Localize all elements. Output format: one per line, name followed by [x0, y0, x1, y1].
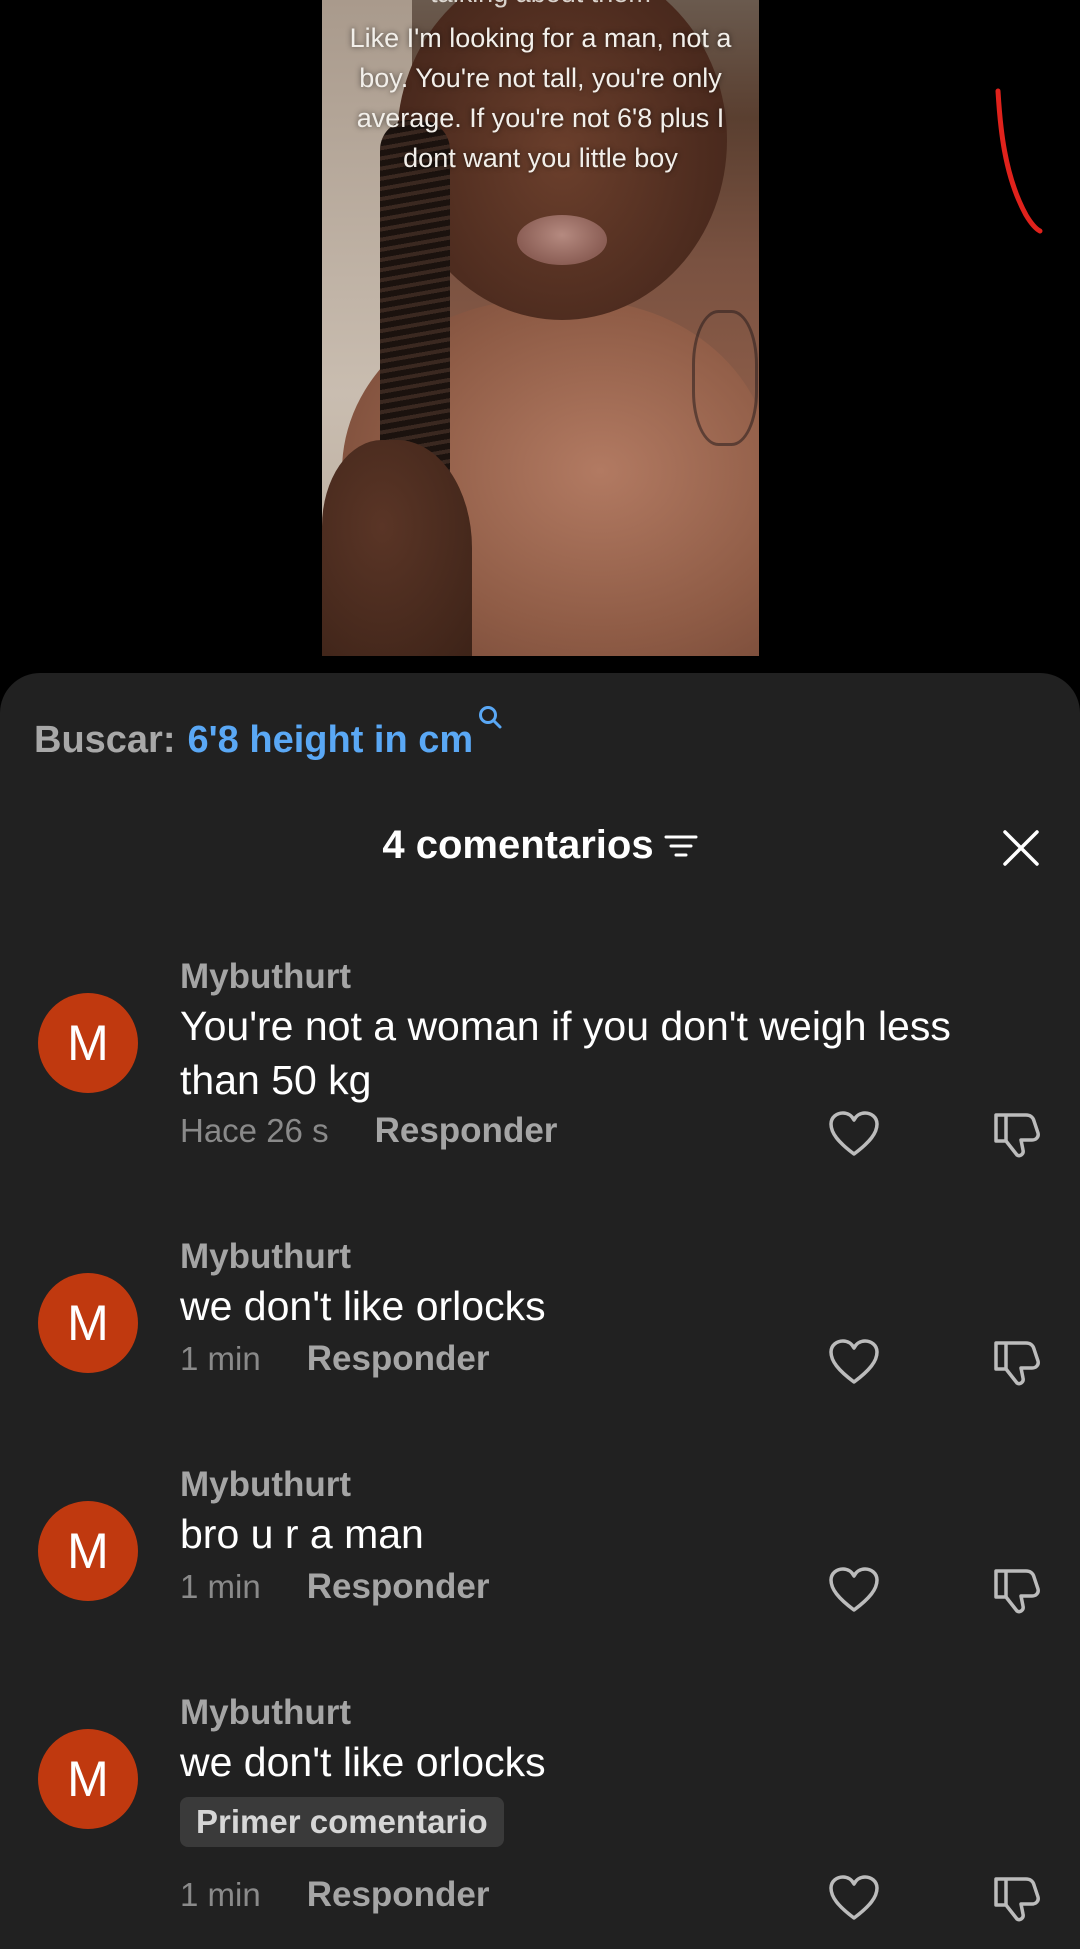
- avatar[interactable]: M: [38, 1501, 138, 1601]
- video-caption-top: talking about them: [322, 0, 759, 9]
- comments-title[interactable]: 4 comentarios: [382, 823, 698, 868]
- video-player[interactable]: talking about them Like I'm looking for …: [0, 0, 1080, 675]
- comment-item: M Mybuthurt we don't like orlocks 1 min …: [0, 1223, 1080, 1433]
- search-label: Buscar:: [34, 719, 176, 761]
- comment-username[interactable]: Mybuthurt: [180, 1693, 351, 1733]
- comment-text: we don't like orlocks: [180, 1283, 546, 1329]
- comment-time: 1 min: [180, 1568, 261, 1605]
- comment-text: You're not a woman if you don't weigh le…: [180, 1003, 951, 1103]
- comment-meta: 1 min Responder: [180, 1339, 490, 1379]
- first-comment-badge: Primer comentario: [180, 1797, 504, 1847]
- reply-button[interactable]: Responder: [375, 1111, 558, 1151]
- avatar[interactable]: M: [38, 993, 138, 1093]
- comments-count: 4 comentarios: [382, 823, 654, 867]
- comments-sheet: Buscar: 6'8 height in cm 4 comentarios M: [0, 673, 1080, 1949]
- heart-icon[interactable]: [828, 1339, 880, 1385]
- comment-username[interactable]: Mybuthurt: [180, 957, 351, 997]
- red-annotation-mark: [995, 88, 1043, 234]
- comment-meta: 1 min Responder: [180, 1567, 490, 1607]
- dislike-icon[interactable]: [990, 1871, 1042, 1923]
- reply-button[interactable]: Responder: [307, 1567, 490, 1607]
- video-caption: Like I'm looking for a man, not a boy. Y…: [349, 23, 732, 173]
- avatar[interactable]: M: [38, 1729, 138, 1829]
- comment-text: we don't like orlocks: [180, 1739, 546, 1785]
- search-suggestion[interactable]: Buscar: 6'8 height in cm: [34, 706, 503, 762]
- video-person-tattoo: [692, 310, 758, 446]
- video-person-lips: [517, 215, 607, 265]
- heart-icon[interactable]: [828, 1111, 880, 1157]
- comment-time: 1 min: [180, 1876, 261, 1913]
- comment-username[interactable]: Mybuthurt: [180, 1465, 351, 1505]
- close-icon[interactable]: [1002, 829, 1040, 867]
- comments-header: 4 comentarios: [0, 823, 1080, 883]
- dislike-icon[interactable]: [990, 1335, 1042, 1387]
- comment-text: bro u r a man: [180, 1511, 424, 1557]
- reply-button[interactable]: Responder: [307, 1875, 490, 1915]
- comment-item: M Mybuthurt we don't like orlocks Primer…: [0, 1679, 1080, 1939]
- comment-username[interactable]: Mybuthurt: [180, 1237, 351, 1277]
- heart-icon[interactable]: [828, 1567, 880, 1613]
- dislike-icon[interactable]: [990, 1107, 1042, 1159]
- comment-item: M Mybuthurt bro u r a man 1 min Responde…: [0, 1451, 1080, 1661]
- comment-item: M Mybuthurt You're not a woman if you do…: [0, 943, 1080, 1203]
- search-query-link[interactable]: 6'8 height in cm: [188, 719, 474, 762]
- comment-meta: Hace 26 s Responder: [180, 1111, 557, 1151]
- avatar[interactable]: M: [38, 1273, 138, 1373]
- comment-time: Hace 26 s: [180, 1112, 329, 1149]
- video-person-hand: [322, 440, 472, 656]
- dislike-icon[interactable]: [990, 1563, 1042, 1615]
- comment-time: 1 min: [180, 1340, 261, 1377]
- heart-icon[interactable]: [828, 1875, 880, 1921]
- reply-button[interactable]: Responder: [307, 1339, 490, 1379]
- video-frame[interactable]: talking about them Like I'm looking for …: [322, 0, 759, 656]
- search-icon[interactable]: [477, 704, 503, 730]
- filter-icon[interactable]: [664, 832, 698, 860]
- comment-meta: 1 min Responder: [180, 1875, 490, 1915]
